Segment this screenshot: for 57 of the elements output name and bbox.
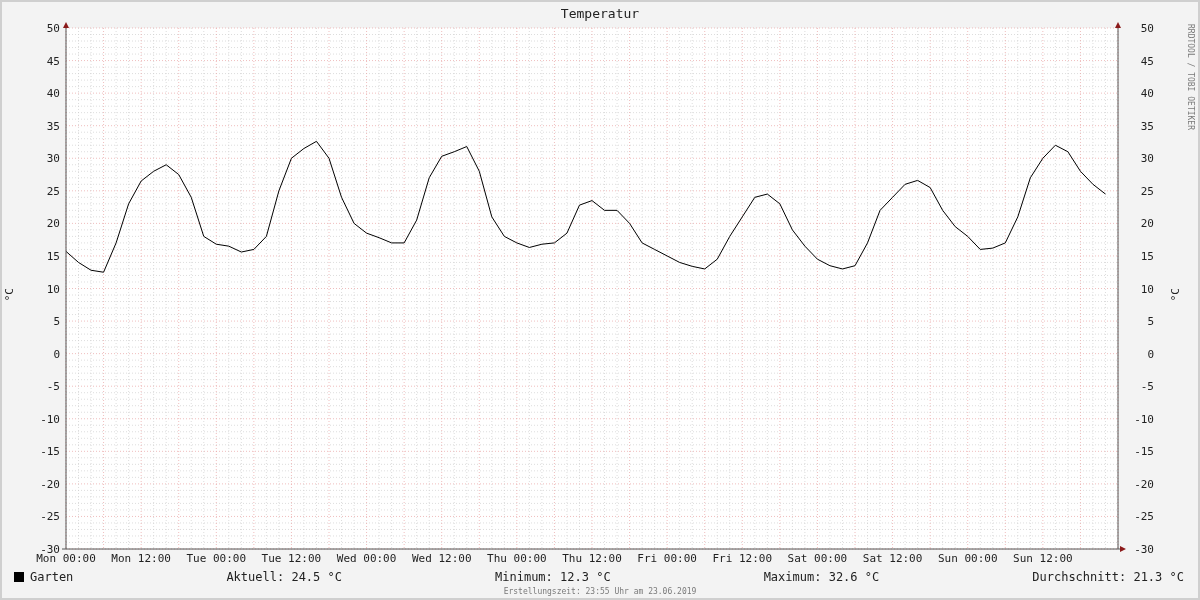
axis-tick-label: 30 bbox=[46, 152, 60, 166]
axis-tick-label: -5 bbox=[1140, 380, 1154, 394]
axis-tick-label: 10 bbox=[1140, 282, 1154, 296]
axis-tick-label: 0 bbox=[1147, 347, 1154, 361]
axis-tick-label: 15 bbox=[46, 249, 60, 263]
stat-text: Maximum: 32.6 °C bbox=[763, 569, 880, 586]
axis-tick-label: Sun 12:00 bbox=[1013, 552, 1073, 565]
axis-tick-label: 25 bbox=[1140, 184, 1154, 198]
axis-tick-label: -25 bbox=[40, 510, 60, 524]
axis-tick-label: Tue 12:00 bbox=[261, 552, 322, 565]
axis-tick-label: Sun 00:00 bbox=[937, 552, 998, 565]
credit-text: RRDTOOL / TOBI OETIKER bbox=[1185, 24, 1196, 130]
axis-tick-label: 5 bbox=[53, 315, 60, 329]
axis-tick-label: Wed 12:00 bbox=[411, 552, 472, 565]
axis-tick-label: 25 bbox=[46, 184, 60, 198]
axis-tick-label: Tue 00:00 bbox=[186, 552, 247, 565]
axis-tick-label: -10 bbox=[1134, 412, 1154, 426]
legend-label: Garten bbox=[30, 569, 74, 586]
axis-tick-label: Fri 12:00 bbox=[712, 552, 773, 565]
axis-tick-label: -20 bbox=[40, 477, 60, 491]
axis-tick-label: Thu 12:00 bbox=[562, 552, 622, 565]
axis-tick-label: -15 bbox=[1134, 445, 1154, 459]
axis-tick-label: Wed 00:00 bbox=[336, 552, 397, 565]
axis-tick-label: 40 bbox=[46, 87, 60, 101]
axis-tick-label: 5 bbox=[1147, 315, 1154, 329]
axis-tick-label: 35 bbox=[46, 119, 60, 133]
axis-tick-label: 30 bbox=[1140, 152, 1154, 166]
axis-tick-label: -25 bbox=[1134, 510, 1154, 524]
axis-tick-label: Sat 00:00 bbox=[787, 552, 848, 565]
stat-text: Durchschnitt: 21.3 °C bbox=[1032, 569, 1184, 586]
axis-tick-label: 10 bbox=[46, 282, 60, 296]
axis-tick-label: 45 bbox=[1140, 54, 1154, 68]
axis-tick-label: Thu 00:00 bbox=[487, 552, 547, 565]
axis-tick-label: -15 bbox=[40, 445, 60, 459]
axis-unit-label: °C bbox=[1167, 287, 1183, 302]
axis-tick-label: 50 bbox=[46, 22, 60, 35]
axis-tick-label: -30 bbox=[1134, 543, 1154, 556]
axis-tick-label: Mon 12:00 bbox=[111, 552, 171, 565]
stat-text: Minimum: 12.3 °C bbox=[495, 569, 611, 586]
axis-tick-label: Fri 00:00 bbox=[637, 552, 697, 565]
axis-tick-label: Sat 12:00 bbox=[862, 552, 923, 565]
axis-tick-label: 45 bbox=[46, 54, 60, 68]
chart-title: Temperatur bbox=[560, 6, 640, 22]
stat-text: Aktuell: 24.5 °C bbox=[226, 569, 342, 586]
axis-tick-label: -20 bbox=[1134, 477, 1154, 491]
axis-tick-label: 40 bbox=[1140, 87, 1154, 101]
axis-tick-label: 20 bbox=[46, 217, 60, 231]
axis-tick-label: 20 bbox=[1140, 217, 1154, 231]
axis-tick-label: 35 bbox=[1140, 119, 1154, 133]
axis-tick-label: 15 bbox=[1140, 249, 1154, 263]
axis-tick-label: -10 bbox=[40, 412, 60, 426]
axis-tick-label: -5 bbox=[46, 380, 60, 394]
legend-swatch-icon bbox=[14, 572, 24, 582]
axis-unit-label: °C bbox=[2, 287, 17, 302]
axis-tick-label: 50 bbox=[1140, 22, 1154, 35]
creation-time-text: Erstellungszeit: 23:55 Uhr am 23.06.2019 bbox=[503, 586, 697, 598]
axis-tick-label: 0 bbox=[53, 347, 60, 361]
